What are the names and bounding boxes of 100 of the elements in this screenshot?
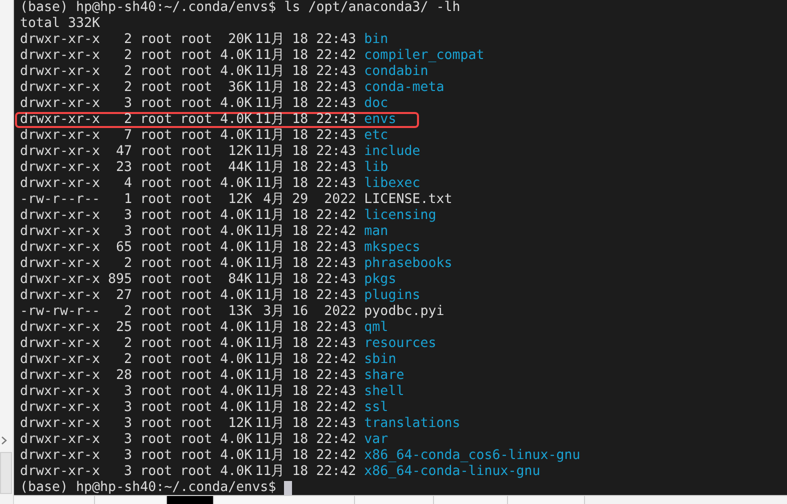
permissions: drwxr-xr-x [20,448,100,464]
link-count: 3 [123,384,132,400]
permissions: drwxr-xr-x [20,160,100,176]
permissions: drwxr-xr-x [20,240,100,256]
day: 18 [284,256,308,272]
file-size: 4.0K [219,352,252,368]
month: 11月 [254,256,284,272]
link-count: 27 [115,288,132,304]
link-count: 2 [123,48,132,64]
day: 18 [284,416,308,432]
file-name: x86_64-conda_cos6-linux-gnu [363,448,580,464]
file-name: pyodbc.pyi [363,304,444,320]
permissions: drwxr-xr-x [20,400,100,416]
day: 29 [284,192,308,208]
owner: root [139,288,172,304]
owner: root [139,448,172,464]
group: root [172,416,212,432]
month: 11月 [254,352,284,368]
file-name: condabin [363,64,428,80]
owner: root [139,432,172,448]
file-size: 36K [227,80,252,96]
file-size: 4.0K [219,224,252,240]
time: 22:43 [315,128,356,144]
permissions: drwxr-xr-x [20,368,100,384]
link-count: 3 [123,224,132,240]
day: 18 [284,288,308,304]
link-count: 3 [123,464,132,480]
file-name: phrasebooks [363,256,452,272]
permissions: drwxr-xr-x [20,432,100,448]
link-count: 2 [123,336,132,352]
month: 11月 [254,400,284,416]
link-count: 3 [123,448,132,464]
owner: root [139,80,172,96]
day: 16 [284,304,308,320]
time: 22:43 [315,256,356,272]
file-size: 4.0K [219,288,252,304]
time: 22:42 [315,352,356,368]
owner: root [139,400,172,416]
time: 22:43 [315,144,356,160]
file-name: lib [363,160,388,176]
day: 18 [284,432,308,448]
owner: root [139,384,172,400]
permissions: drwxr-xr-x [20,416,100,432]
month: 11月 [254,432,284,448]
time: 22:43 [315,416,356,432]
file-size: 20K [227,32,252,48]
owner: root [139,128,172,144]
owner: root [139,32,172,48]
file-name: libexec [363,176,420,192]
file-name: envs [363,112,396,128]
month: 11月 [254,368,284,384]
owner: root [139,112,172,128]
group: root [172,432,212,448]
file-size: 13K [227,304,252,320]
group: root [172,400,212,416]
link-count: 1 [123,192,132,208]
time: 22:43 [315,176,356,192]
group: root [172,288,212,304]
group: root [172,192,212,208]
file-name: sbin [363,352,396,368]
group: root [172,176,212,192]
permissions: drwxr-xr-x [20,128,100,144]
permissions: drwxr-xr-x [20,32,100,48]
time: 22:43 [315,320,356,336]
file-name: licensing [363,208,436,224]
time: 22:43 [315,32,356,48]
file-size: 4.0K [219,432,252,448]
file-name: x86_64-conda-linux-gnu [363,464,540,480]
month: 11月 [254,336,284,352]
permissions: drwxr-xr-x [20,144,100,160]
prompt: (base) hp@hp-sh40:~/.conda/envs$ [20,480,276,495]
file-name: LICENSE.txt [363,192,452,208]
month: 11月 [254,224,284,240]
file-size: 84K [227,272,252,288]
file-size: 4.0K [219,96,252,112]
chevron-right-icon[interactable] [1,436,7,445]
group: root [172,224,212,240]
permissions: drwxr-xr-x [20,256,100,272]
month: 3月 [262,304,284,320]
permissions: drwxr-xr-x [20,336,100,352]
owner: root [139,192,172,208]
file-size: 4.0K [219,48,252,64]
time: 2022 [323,192,356,208]
month: 11月 [254,208,284,224]
month: 11月 [254,448,284,464]
side-tab[interactable] [0,452,12,494]
time: 2022 [323,304,356,320]
group: root [172,208,212,224]
file-name: ssl [363,400,388,416]
owner: root [139,176,172,192]
time: 22:43 [315,240,356,256]
owner: root [139,64,172,80]
owner: root [139,304,172,320]
group: root [172,256,212,272]
file-size: 4.0K [219,448,252,464]
file-size: 4.0K [219,368,252,384]
link-count: 3 [123,416,132,432]
day: 18 [284,384,308,400]
link-count: 4 [123,176,132,192]
group: root [172,80,212,96]
